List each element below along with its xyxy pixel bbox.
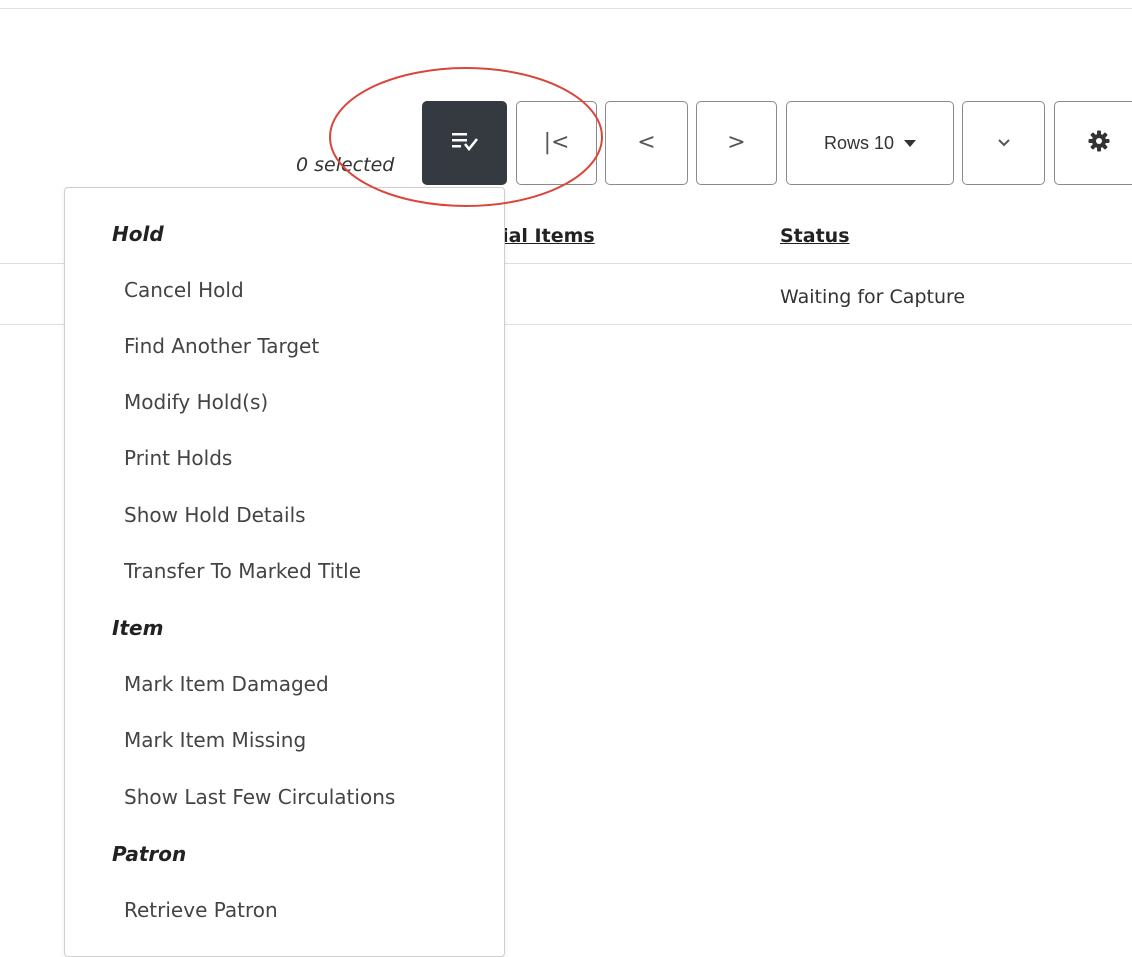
caret-down-icon	[904, 139, 917, 147]
actions-dropdown-menu: Hold Cancel Hold Find Another Target Mod…	[64, 187, 505, 957]
selected-count: 0 selected	[296, 154, 395, 176]
status-cell: Waiting for Capture	[780, 286, 966, 308]
menu-item-show-hold-details[interactable]: Show Hold Details	[124, 503, 306, 527]
menu-item-mark-item-missing[interactable]: Mark Item Missing	[124, 728, 306, 752]
first-page-icon: |<	[543, 130, 570, 155]
first-page-button[interactable]: |<	[516, 101, 597, 185]
gear-icon	[1087, 129, 1111, 157]
menu-item-mark-item-damaged[interactable]: Mark Item Damaged	[124, 672, 329, 696]
menu-section-item: Item	[112, 616, 164, 640]
next-page-button[interactable]: >	[696, 101, 777, 185]
menu-item-print-holds[interactable]: Print Holds	[124, 446, 232, 470]
rows-per-page-label: Rows 10	[823, 132, 895, 153]
column-header-potential-items[interactable]: tial Items	[493, 225, 595, 247]
menu-item-find-another-target[interactable]: Find Another Target	[124, 334, 319, 358]
actions-menu-button[interactable]	[422, 101, 507, 185]
column-header-status[interactable]: Status	[780, 225, 850, 247]
rows-per-page-dropdown[interactable]: Rows 10	[786, 101, 954, 185]
menu-item-transfer-to-marked-title[interactable]: Transfer To Marked Title	[124, 559, 361, 583]
chevron-down-icon	[996, 134, 1012, 153]
menu-item-cancel-hold[interactable]: Cancel Hold	[124, 278, 244, 302]
menu-section-patron: Patron	[112, 842, 187, 866]
menu-section-hold: Hold	[112, 222, 164, 246]
top-divider	[0, 8, 1132, 9]
chevron-right-icon: >	[727, 130, 746, 155]
list-check-icon	[450, 129, 480, 157]
menu-item-modify-holds[interactable]: Modify Hold(s)	[124, 390, 268, 414]
previous-page-button[interactable]: <	[605, 101, 688, 185]
menu-item-retrieve-patron[interactable]: Retrieve Patron	[124, 898, 278, 922]
menu-item-show-last-few-circulations[interactable]: Show Last Few Circulations	[124, 785, 395, 809]
chevron-left-icon: <	[637, 130, 656, 155]
expand-rows-button[interactable]	[962, 101, 1045, 185]
column-settings-button[interactable]	[1054, 101, 1132, 185]
